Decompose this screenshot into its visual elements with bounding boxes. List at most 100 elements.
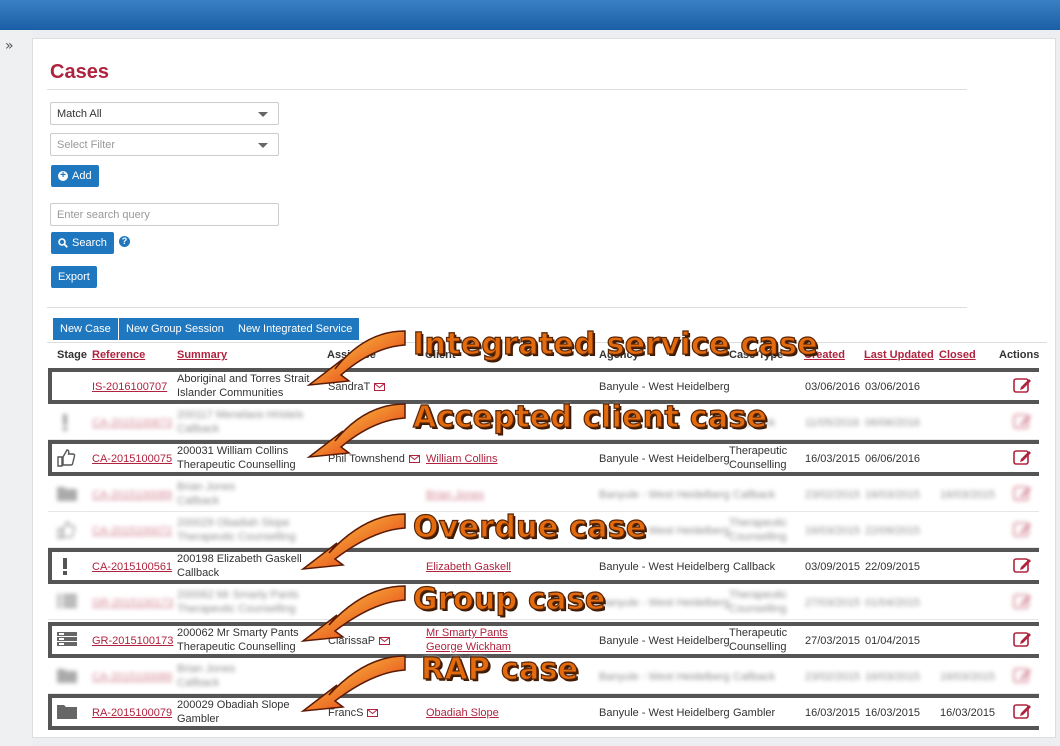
case-summary-line1: Aboriginal and Torres Strait — [177, 373, 310, 385]
case-agency: Banyule - West Heidelberg — [599, 671, 730, 683]
edit-icon[interactable] — [1013, 376, 1033, 394]
case-reference-link[interactable]: GR-2015100173 — [92, 634, 173, 648]
client-link[interactable]: Elizabeth Gaskell — [426, 560, 511, 574]
filter-select[interactable]: Select Filter — [50, 133, 279, 156]
edit-icon[interactable] — [1013, 556, 1033, 574]
case-created-date: 27/03/2015 — [805, 635, 861, 647]
case-agency: Banyule - West Heidelberg — [599, 453, 730, 465]
plus-circle-icon: + — [58, 171, 68, 181]
group-icon — [56, 630, 78, 652]
table-row[interactable]: IS-2016100707 Aboriginal and Torres Strai… — [48, 368, 1039, 404]
table-row[interactable]: CA-2015100075 200031 William Collins Thera… — [48, 440, 1039, 476]
case-type: Callback — [733, 671, 776, 683]
title-divider — [47, 89, 967, 90]
help-icon[interactable]: ? — [119, 236, 130, 247]
case-updated-date: 16/03/2015 — [865, 489, 921, 501]
edit-icon[interactable] — [1013, 412, 1033, 430]
case-summary-line1: 200117 Menelaos Hristeis — [177, 409, 304, 421]
new-integrated-service-button[interactable]: New Integrated Service — [231, 318, 360, 340]
case-type: Callback — [733, 489, 776, 501]
add-filter-button[interactable]: + Add — [51, 165, 99, 187]
annotation-integrated: Integrated service case — [412, 326, 818, 362]
search-icon — [58, 238, 68, 248]
edit-icon[interactable] — [1013, 484, 1033, 502]
case-reference-link[interactable]: CA-2015100673 — [92, 416, 172, 430]
edit-icon[interactable] — [1013, 520, 1033, 538]
mail-icon[interactable] — [363, 707, 379, 719]
case-summary-line1: 200198 Elizabeth Gaskell — [177, 553, 302, 565]
case-created-date: 23/02/2015 — [805, 671, 861, 683]
sidebar: » — [0, 30, 32, 746]
col-stage: Stage — [57, 349, 87, 361]
mail-icon[interactable] — [405, 453, 420, 465]
expand-sidebar-icon[interactable]: » — [5, 38, 14, 54]
case-agency: Banyule - West Heidelberg — [599, 561, 730, 573]
new-group-session-button[interactable]: New Group Session — [119, 318, 231, 340]
case-reference-link[interactable]: CA-2015100561 — [92, 560, 172, 574]
case-assignee: FrancS — [328, 706, 379, 720]
case-updated-date: 06/06/2016 — [865, 417, 921, 429]
annotation-rap: RAP case — [420, 651, 579, 687]
case-reference-link[interactable]: GR-2015100173 — [92, 596, 173, 610]
table-row[interactable]: RA-2015100079 200029 Obadiah Slope Gambler… — [48, 694, 1039, 730]
client-link[interactable]: William Collins — [426, 452, 498, 466]
table-row[interactable]: CA-2015100561 200198 Elizabeth Gaskell Cal… — [48, 548, 1039, 584]
case-summary-line2: Therapeutic Counselling — [177, 603, 296, 615]
case-assignee: ClarissaP — [328, 634, 391, 648]
assignee-name: FrancS — [328, 707, 364, 719]
case-agency: Banyule - West Heidelberg — [599, 597, 730, 609]
edit-icon[interactable] — [1013, 666, 1033, 684]
table-row[interactable]: CA-2015100089 Brian Jones Callback Brian Jo… — [48, 476, 1039, 512]
client-link[interactable]: Mr Smarty Pants — [426, 626, 508, 640]
case-reference-link[interactable]: CA-2015100072 — [92, 524, 172, 538]
col-last-updated[interactable]: Last Updated — [864, 349, 934, 361]
chevron-down-icon — [258, 112, 268, 117]
edit-icon[interactable] — [1013, 702, 1033, 720]
case-type: Gambler — [733, 707, 776, 719]
exclamation-icon — [56, 412, 74, 436]
case-created-date: 16/03/2015 — [805, 453, 861, 465]
case-agency: Banyule - West Heidelberg — [599, 489, 730, 501]
client-link[interactable]: Brian Jones — [426, 488, 484, 502]
case-reference-link[interactable]: RA-2015100079 — [92, 706, 172, 720]
search-label: Search — [72, 237, 107, 249]
case-summary-line1: 200029 Obadiah Slope — [177, 699, 290, 711]
case-created-date: 16/03/2015 — [805, 525, 861, 537]
case-reference-link[interactable]: IS-2016100707 — [92, 380, 167, 394]
case-updated-date: 01/04/2015 — [865, 635, 921, 647]
case-summary-line2: Callback — [177, 495, 220, 507]
col-closed[interactable]: Closed — [939, 349, 976, 361]
case-summary-line2: Callback — [177, 423, 220, 435]
case-created-date: 03/06/2016 — [805, 381, 861, 393]
export-button[interactable]: Export — [51, 266, 97, 288]
add-filter-label: Add — [72, 170, 92, 182]
case-updated-date: 22/09/2015 — [865, 525, 921, 537]
new-case-button[interactable]: New Case — [53, 318, 118, 340]
case-type: Callback — [733, 561, 776, 573]
group-icon — [56, 592, 78, 614]
case-assignee: Phil Townshend — [328, 452, 420, 466]
case-reference-link[interactable]: CA-2015100089 — [92, 670, 172, 684]
case-reference-link[interactable]: CA-2015100089 — [92, 488, 172, 502]
edit-icon[interactable] — [1013, 630, 1033, 648]
case-type-line2: Counselling — [729, 641, 787, 653]
assignee-name: SandraT — [328, 381, 371, 393]
match-select-value: Match All — [57, 108, 102, 120]
case-summary-line1: Brian Jones — [177, 663, 236, 675]
mail-icon[interactable] — [370, 381, 386, 393]
case-agency: Banyule - West Heidelberg — [599, 381, 730, 393]
folder-icon — [56, 484, 78, 506]
client-link[interactable]: Obadiah Slope — [426, 706, 499, 720]
search-input[interactable]: Enter search query — [50, 203, 279, 226]
edit-icon[interactable] — [1013, 448, 1033, 466]
case-created-date: 27/03/2015 — [805, 597, 861, 609]
case-summary-line2: Therapeutic Counselling — [177, 459, 296, 471]
mail-icon[interactable] — [375, 635, 391, 647]
match-select[interactable]: Match All — [50, 102, 279, 125]
col-summary[interactable]: Summary — [177, 349, 227, 361]
case-summary-line2: Islander Communities — [177, 387, 284, 399]
case-reference-link[interactable]: CA-2015100075 — [92, 452, 172, 466]
edit-icon[interactable] — [1013, 592, 1033, 610]
col-reference[interactable]: Reference — [92, 349, 145, 361]
search-button[interactable]: Search — [51, 232, 114, 254]
